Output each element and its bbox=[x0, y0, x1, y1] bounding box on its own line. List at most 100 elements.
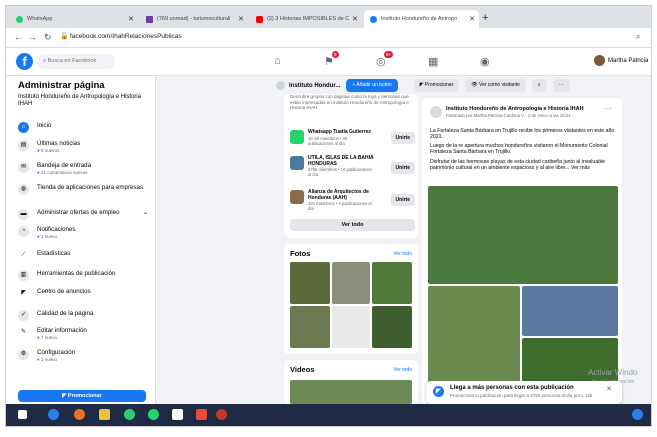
group-thumbnail bbox=[290, 130, 304, 144]
close-icon[interactable]: ✕ bbox=[606, 385, 612, 393]
sidebar-item-jobs[interactable]: ▬ Administrar ofertas de empleo ⌄ bbox=[18, 209, 152, 220]
video-thumbnail[interactable] bbox=[290, 380, 412, 404]
photo-thumbnail[interactable] bbox=[372, 306, 412, 348]
facebook-logo-icon[interactable]: f bbox=[16, 53, 33, 70]
post-photo[interactable] bbox=[428, 286, 520, 388]
groups-intro: Descubre grupos con páginas como la tuya… bbox=[290, 94, 409, 110]
gear-icon: ⚙ bbox=[18, 349, 29, 360]
sidebar-item-settings[interactable]: ⚙ Configuración ● 1 nuevo bbox=[18, 349, 152, 362]
chrome-icon[interactable] bbox=[124, 409, 135, 420]
notification-badge: 9 bbox=[332, 51, 339, 58]
post-photo-main[interactable] bbox=[428, 186, 618, 284]
sidebar-item-page-quality[interactable]: ✓ Calidad de la página bbox=[18, 310, 152, 321]
search-input[interactable]: ⌕ Busca en Facebook bbox=[37, 54, 115, 69]
photo-thumbnail[interactable] bbox=[290, 262, 330, 304]
news-icon: ▤ bbox=[18, 140, 29, 151]
whatsapp-icon[interactable] bbox=[148, 409, 159, 420]
join-group-button[interactable]: Unirte bbox=[390, 194, 415, 206]
briefcase-icon: ▬ bbox=[18, 209, 29, 220]
see-all-groups-button[interactable]: Ver todo bbox=[290, 219, 415, 231]
tab-youtube[interactable]: (2) 3 Historias IMPOSIBLES de C ✕ bbox=[250, 10, 362, 28]
photo-thumbnail[interactable] bbox=[332, 262, 370, 304]
tab-facebook[interactable]: Instituto Hondureño de Antropo ✕ bbox=[364, 10, 479, 28]
chevron-down-icon[interactable]: ⌄ bbox=[143, 209, 148, 216]
photo-thumbnail[interactable] bbox=[332, 306, 370, 348]
post-paragraph: La Fortaleza Santa Bárbara en Trujillo r… bbox=[430, 128, 615, 141]
url-field[interactable]: facebook.com/IhahRelacionesPublicas bbox=[70, 33, 182, 40]
youtube-icon bbox=[256, 15, 263, 23]
photo-thumbnail[interactable] bbox=[290, 306, 330, 348]
tools-icon: ▥ bbox=[18, 270, 29, 281]
add-button-button[interactable]: + Añadir un botón bbox=[346, 79, 398, 92]
sidebar-title: Administrar página bbox=[18, 80, 105, 91]
close-tab-icon[interactable]: ✕ bbox=[128, 15, 134, 23]
marketplace-icon[interactable]: ▦ bbox=[428, 55, 438, 68]
sidebar-item-publishing-tools[interactable]: ▥ Herramientas de publicación bbox=[18, 270, 152, 281]
sidebar-item-insights[interactable]: ⟋ Estadísticas bbox=[18, 250, 152, 261]
file-explorer-icon[interactable] bbox=[99, 409, 110, 420]
windows-start-icon[interactable] bbox=[18, 410, 27, 419]
close-tab-icon[interactable]: ✕ bbox=[352, 15, 358, 23]
settings-icon[interactable] bbox=[172, 409, 183, 420]
group-item[interactable]: Whatsapp Tuatla Gutierrez 16 mil miembro… bbox=[290, 129, 415, 146]
windows-taskbar bbox=[6, 404, 651, 426]
join-group-button[interactable]: Unirte bbox=[390, 162, 415, 174]
sidebar-item-inicio[interactable]: ⌂ Inicio bbox=[18, 122, 152, 133]
app-icon[interactable] bbox=[196, 409, 207, 420]
sidebar-item-notifications[interactable]: ◔ Notificaciones ● 1 nuevo bbox=[18, 226, 152, 239]
bell-icon: ◔ bbox=[18, 226, 29, 237]
quality-icon: ✓ bbox=[18, 310, 29, 321]
notification-badge: 9+ bbox=[384, 51, 394, 58]
close-tab-icon[interactable]: ✕ bbox=[469, 15, 475, 23]
sidebar-item-news[interactable]: ▤ Últimas noticias ● 8 nuevos bbox=[18, 140, 152, 153]
group-item[interactable]: Alianza de Arquitectos de Honduras (AAH)… bbox=[290, 189, 415, 211]
group-thumbnail bbox=[290, 190, 304, 204]
suggested-groups-card: Descubre grupos con páginas como la tuya… bbox=[284, 94, 418, 238]
join-group-button[interactable]: Unirte bbox=[390, 132, 415, 144]
notification-center-icon[interactable] bbox=[632, 409, 643, 420]
back-icon[interactable]: ← bbox=[14, 32, 23, 42]
store-icon: ◍ bbox=[18, 184, 29, 195]
group-item[interactable]: UTILA, ISLAS DE LA BAHIA HONDURAS 2786 m… bbox=[290, 155, 415, 177]
photos-card: Fotos Ver todo bbox=[284, 244, 418, 354]
media-icon[interactable] bbox=[216, 409, 227, 420]
search-button[interactable]: ⌕ bbox=[531, 79, 547, 92]
boost-post-prompt[interactable]: ◤ Llega a más personas con esta publicac… bbox=[426, 381, 622, 404]
sidebar-item-edit-info[interactable]: ✎ Editar información ● 7 nuevo bbox=[18, 327, 152, 340]
user-profile-button[interactable]: Martha Patricia bbox=[594, 55, 648, 66]
view-as-visitor-button[interactable]: 👁 Ver como visitante bbox=[465, 79, 526, 92]
browser-window: WhatsApp ✕ (769 unread) - turismocultura… bbox=[5, 5, 652, 427]
forward-icon[interactable]: → bbox=[28, 32, 37, 42]
search-icon[interactable] bbox=[48, 409, 59, 420]
photos-see-all-link[interactable]: Ver todo bbox=[393, 251, 412, 257]
manage-page-sidebar: Administrar página Instituto Hondureño d… bbox=[6, 76, 156, 404]
activation-watermark: Activar Windo bbox=[588, 368, 638, 377]
sidebar-item-ad-center[interactable]: ◤ Centro de anuncios bbox=[18, 288, 152, 299]
firefox-icon[interactable] bbox=[74, 409, 85, 420]
promote-page-button[interactable]: ◤ Promocionar bbox=[413, 79, 460, 92]
sidebar-page-name[interactable]: Instituto Hondureño de Antropología e Hi… bbox=[18, 94, 148, 108]
more-options-button[interactable]: ··· bbox=[552, 79, 570, 92]
page-action-bar: Instituto Hondur... + Añadir un botón ◤ … bbox=[276, 78, 646, 93]
inbox-icon: ✉ bbox=[18, 162, 29, 173]
sidebar-item-app-store[interactable]: ◍ Tienda de aplicaciones para empresas bbox=[18, 184, 152, 195]
search-icon[interactable]: ⌕ bbox=[636, 32, 640, 42]
tab-bar: WhatsApp ✕ (769 unread) - turismocultura… bbox=[6, 6, 651, 28]
tab-mail[interactable]: (769 unread) - turismoculturali ✕ bbox=[140, 10, 248, 28]
reload-icon[interactable]: ↻ bbox=[44, 32, 52, 43]
post-photo[interactable] bbox=[522, 286, 618, 336]
photo-thumbnail[interactable] bbox=[372, 262, 412, 304]
videos-see-all-link[interactable]: Ver todo bbox=[393, 367, 412, 373]
home-icon[interactable]: ⌂ bbox=[274, 55, 281, 67]
sidebar-item-inbox[interactable]: ✉ Bandeja de entrada ● 21 comentarios nu… bbox=[18, 162, 152, 175]
more-options-icon[interactable]: ··· bbox=[604, 104, 612, 113]
promote-button[interactable]: ◤ Promocionar bbox=[18, 390, 146, 402]
groups-icon[interactable]: ◉ bbox=[480, 55, 490, 68]
megaphone-icon: ◤ bbox=[21, 290, 26, 296]
close-tab-icon[interactable]: ✕ bbox=[238, 15, 244, 23]
tab-whatsapp[interactable]: WhatsApp ✕ bbox=[10, 10, 138, 28]
post-author[interactable]: Instituto Hondureño de Antropología e Hi… bbox=[446, 106, 596, 112]
page-avatar bbox=[276, 81, 285, 90]
new-tab-button[interactable]: + bbox=[482, 12, 488, 24]
page-name-tab[interactable]: Instituto Hondur... bbox=[276, 81, 340, 90]
